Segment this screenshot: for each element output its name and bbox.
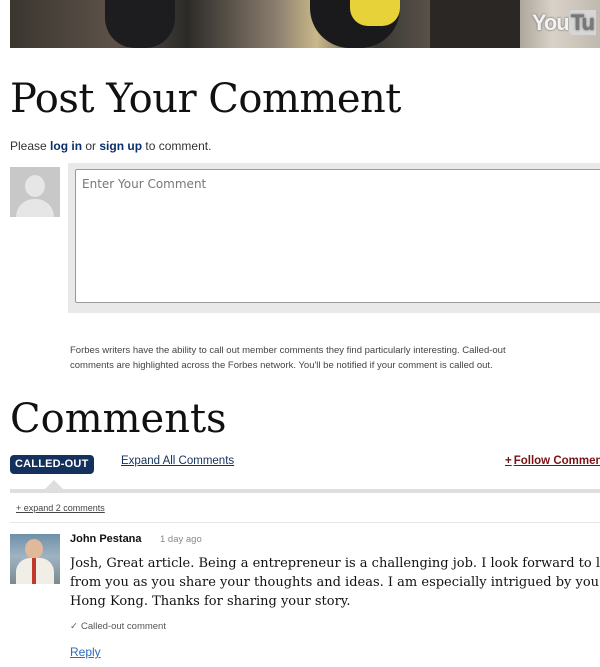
comments-divider (10, 489, 600, 493)
comment-timestamp: 1 day ago (160, 534, 202, 545)
comment-body: Josh, Great article. Being a entrepreneu… (70, 556, 600, 609)
expand-hidden-comments-link[interactable]: + expand 2 comments (16, 503, 105, 513)
called-out-info: Forbes writers have the ability to call … (70, 345, 506, 371)
sign-up-link[interactable]: sign up (99, 139, 142, 153)
expand-all-comments-link[interactable]: Expand All Comments (121, 455, 234, 467)
called-out-tab[interactable]: CALLED-OUT (10, 455, 94, 474)
comments-heading: Comments (10, 396, 227, 442)
post-comment-heading: Post Your Comment (10, 76, 401, 122)
comment-input[interactable] (75, 169, 600, 303)
video-figure (430, 0, 520, 48)
checkmark-icon: ✓ (70, 621, 78, 632)
commenter-avatar[interactable] (10, 534, 60, 584)
video-figure (350, 0, 400, 26)
comment-form (68, 163, 600, 313)
comment-author[interactable]: John Pestana (70, 533, 142, 545)
default-avatar-icon (10, 167, 60, 217)
called-out-status: ✓ Called-out comment (70, 621, 166, 632)
video-figure (105, 0, 175, 48)
reply-link[interactable]: Reply (70, 645, 101, 659)
youtube-logo-icon[interactable]: YouTu (526, 10, 600, 40)
log-in-link[interactable]: log in (50, 139, 82, 153)
separator (10, 522, 600, 523)
video-player-thumbnail[interactable]: YouTu (10, 0, 600, 48)
login-prompt: Please log in or sign up to comment. (10, 139, 212, 153)
follow-comments-link[interactable]: +Follow Comments (505, 455, 600, 467)
